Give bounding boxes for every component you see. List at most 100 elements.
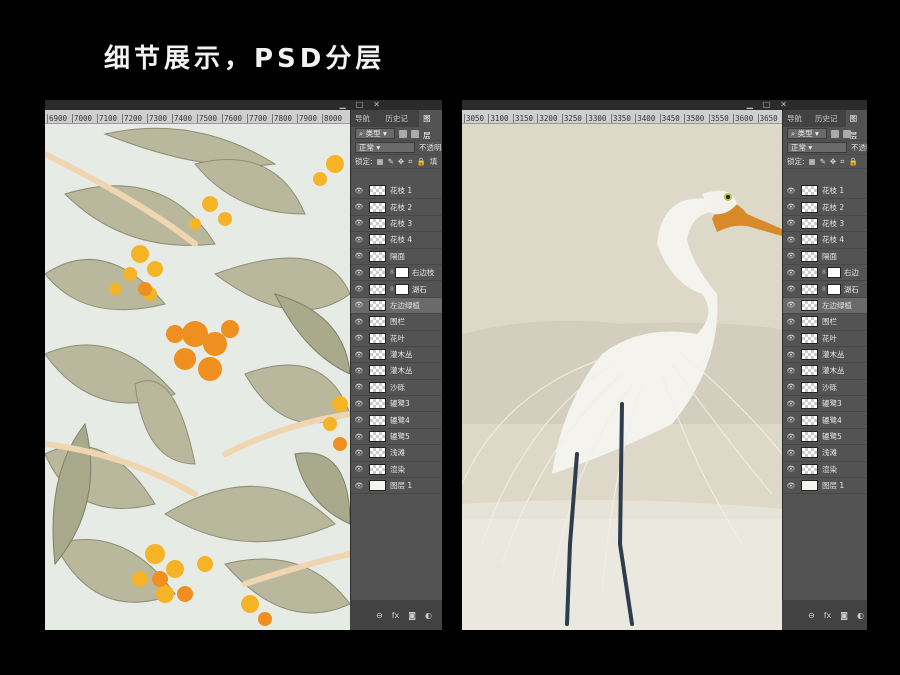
lock-all-icon[interactable]: 🔒 [416,157,425,166]
link-icon[interactable]: ⊖ [808,611,815,620]
lock-move-icon[interactable]: ✥ [830,157,836,166]
visibility-eye-icon[interactable]: 👁 [351,465,367,473]
layer-row[interactable]: 👁 辘鹭4 [351,412,442,429]
visibility-eye-icon[interactable]: 👁 [351,433,367,441]
visibility-eye-icon[interactable]: 👁 [783,465,799,473]
layer-row[interactable]: 👁 灌木丛 [783,347,867,364]
minimize-icon[interactable]: ▁ [340,100,346,110]
layer-row[interactable]: 👁 花枝 4 [783,232,867,249]
layer-row[interactable]: 👁 辘鹭5 [783,429,867,446]
layer-row[interactable]: 👁 花枝 1 [783,183,867,200]
visibility-eye-icon[interactable]: 👁 [783,351,799,359]
visibility-eye-icon[interactable]: 👁 [351,187,367,195]
layer-row[interactable]: 👁 灌木丛 [351,363,442,380]
layer-row[interactable]: 👁 图层 1 [351,478,442,495]
filter-kind-select[interactable]: ⌕ 类型 ▾ [787,128,827,139]
visibility-eye-icon[interactable]: 👁 [351,383,367,391]
close-icon[interactable]: ✕ [780,100,787,110]
layer-row[interactable]: 👁 花枝 4 [351,232,442,249]
fx-icon[interactable]: fx [392,611,400,620]
layer-row[interactable]: 👁 8 右边 [783,265,867,282]
visibility-eye-icon[interactable]: 👁 [783,236,799,244]
layer-row[interactable]: 👁 花枝 2 [783,199,867,216]
adjust-filter-icon[interactable] [843,129,851,138]
layer-row[interactable]: 👁 花枝 1 [351,183,442,200]
tab-navigator[interactable]: 导航器 [351,110,381,140]
layer-row[interactable]: 👁 围栏 [783,314,867,331]
canvas-osmanthus[interactable] [45,124,350,630]
visibility-eye-icon[interactable]: 👁 [783,449,799,457]
adjust-filter-icon[interactable] [411,129,419,138]
tab-history[interactable]: 历史记录 [811,110,846,140]
layer-row[interactable]: 👁 图层 1 [783,478,867,495]
visibility-eye-icon[interactable]: 👁 [351,269,367,277]
visibility-eye-icon[interactable]: 👁 [351,252,367,260]
visibility-eye-icon[interactable]: 👁 [351,219,367,227]
lock-transparent-icon[interactable]: ▦ [377,157,384,166]
adjustment-icon[interactable]: ◐ [857,611,864,620]
layer-row[interactable]: 👁 辘鹭5 [351,429,442,446]
lock-move-icon[interactable]: ✥ [398,157,404,166]
visibility-eye-icon[interactable]: 👁 [351,203,367,211]
layer-row[interactable]: 👁 灌木丛 [783,363,867,380]
mask-link-icon[interactable]: 8 [390,269,394,276]
canvas-egret[interactable] [462,124,782,630]
layer-mask-thumbnail[interactable] [826,283,841,295]
blend-mode-select[interactable]: 正常 ▾ [355,142,415,153]
visibility-eye-icon[interactable]: 👁 [783,219,799,227]
layer-row[interactable]: 👁 浅滩 [783,445,867,462]
visibility-eye-icon[interactable]: 👁 [783,318,799,326]
lock-paint-icon[interactable]: ✎ [388,157,394,166]
maximize-icon[interactable]: □ [763,100,771,110]
lock-transparent-icon[interactable]: ▦ [809,157,816,166]
layer-row[interactable]: 👁 渲染 [783,462,867,479]
visibility-eye-icon[interactable]: 👁 [351,236,367,244]
visibility-eye-icon[interactable]: 👁 [783,252,799,260]
layer-row[interactable]: 👁 渲染 [351,462,442,479]
visibility-eye-icon[interactable]: 👁 [351,301,367,309]
visibility-eye-icon[interactable]: 👁 [783,400,799,408]
visibility-eye-icon[interactable]: 👁 [783,367,799,375]
layer-mask-thumbnail[interactable] [826,267,841,279]
visibility-eye-icon[interactable]: 👁 [783,383,799,391]
layer-row[interactable]: 👁 8 湖石 [351,281,442,298]
image-filter-icon[interactable] [399,129,407,138]
visibility-eye-icon[interactable]: 👁 [783,334,799,342]
visibility-eye-icon[interactable]: 👁 [351,482,367,490]
link-icon[interactable]: ⊖ [376,611,383,620]
layer-row[interactable]: 👁 灌木丛 [351,347,442,364]
lock-artboard-icon[interactable]: ⌗ [408,157,412,167]
mask-icon[interactable]: ◙ [408,611,416,620]
filter-kind-select[interactable]: ⌕ 类型 ▾ [355,128,395,139]
layer-row[interactable]: 👁 隔面 [351,249,442,265]
visibility-eye-icon[interactable]: 👁 [783,433,799,441]
tab-history[interactable]: 历史记录 [381,110,419,140]
adjustment-icon[interactable]: ◐ [425,611,432,620]
layer-row[interactable]: 👁 8 右边枝 [351,265,442,282]
layer-mask-thumbnail[interactable] [394,283,409,295]
image-filter-icon[interactable] [831,129,839,138]
visibility-eye-icon[interactable]: 👁 [351,351,367,359]
lock-artboard-icon[interactable]: ⌗ [840,157,844,167]
layer-row[interactable]: 👁 花枝 2 [351,199,442,216]
layer-row[interactable]: 👁 花枝 3 [351,216,442,233]
visibility-eye-icon[interactable]: 👁 [783,482,799,490]
tab-layers[interactable]: 图层 [419,110,442,140]
blend-mode-select[interactable]: 正常 ▾ [787,142,847,153]
minimize-icon[interactable]: ▁ [747,100,753,110]
close-icon[interactable]: ✕ [373,100,380,110]
visibility-eye-icon[interactable]: 👁 [351,449,367,457]
layer-row[interactable]: 👁 辘鹭3 [351,396,442,413]
mask-link-icon[interactable]: 8 [390,286,394,293]
mask-link-icon[interactable]: 8 [822,269,826,276]
layer-row[interactable]: 👁 辘鹭4 [783,412,867,429]
visibility-eye-icon[interactable]: 👁 [783,416,799,424]
visibility-eye-icon[interactable]: 👁 [351,400,367,408]
visibility-eye-icon[interactable]: 👁 [783,285,799,293]
visibility-eye-icon[interactable]: 👁 [351,334,367,342]
visibility-eye-icon[interactable]: 👁 [783,187,799,195]
layer-row[interactable]: 👁 围栏 [351,314,442,331]
layer-row[interactable]: 👁 浅滩 [351,445,442,462]
fx-icon[interactable]: fx [824,611,832,620]
layer-row[interactable]: 👁 左边绿植 [783,297,867,315]
